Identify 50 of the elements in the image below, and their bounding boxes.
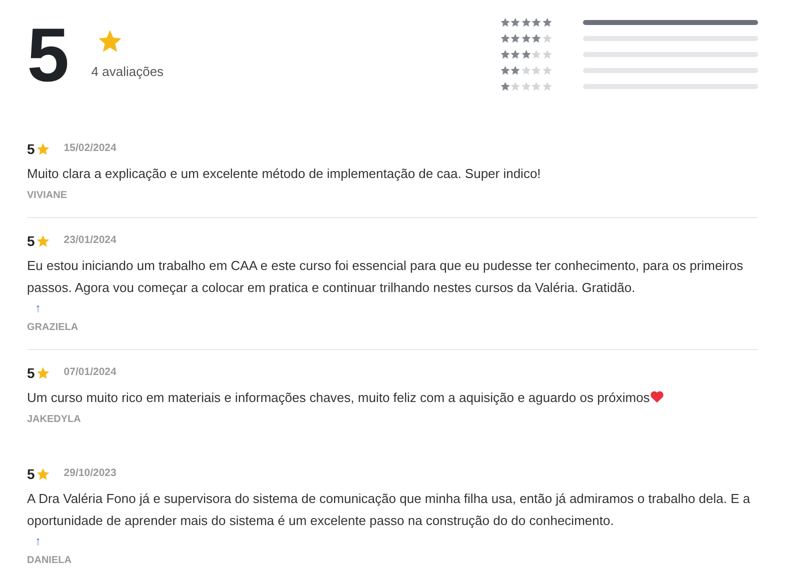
star-icon	[510, 64, 520, 76]
star-icon	[510, 80, 520, 92]
star-icon	[531, 32, 542, 44]
star-icon	[531, 80, 542, 92]
review-text: Muito clara a explicação e um excelente método de implementação de caa. Super indico!	[27, 166, 541, 181]
star-icon	[531, 16, 542, 28]
review-date: 23/01/2024	[64, 233, 116, 248]
review-count: 4 avaliações	[91, 63, 164, 81]
star-icon	[510, 16, 520, 28]
star-icon	[510, 32, 520, 44]
star-icon	[542, 32, 552, 44]
star-icon	[500, 80, 510, 92]
review-text: A Dra Valéria Fono já e supervisora do sistema de comunicação que minha filha usa, então já admiramos o trabalho dela. E a oportunidade de aprender mais do sistema é um excelente passo na construção do do conhecimento.	[27, 491, 750, 528]
star-icon	[500, 32, 510, 44]
expand-link[interactable]: ↑	[35, 299, 41, 317]
review-rating: 5	[27, 232, 35, 250]
star-icon	[531, 64, 542, 76]
star-icon	[510, 48, 520, 60]
review-date: 15/02/2024	[64, 141, 116, 156]
review-date: 07/01/2024	[64, 365, 116, 380]
review-text: Um curso muito rico em materiais e informações chaves, muito feliz com a aquisição e aguardo os próximos	[27, 390, 650, 405]
star-icon	[36, 467, 50, 481]
review-rating: 5	[27, 140, 35, 158]
star-icon	[36, 366, 50, 380]
review-text: Eu estou iniciando um trabalho em CAA e este curso foi essencial para que eu pudesse ter conhecimento, para os primeiros passos. Agora vou começar a colocar em pratica e continuar trilhando nestes cursos da Valéria. Gratidão.	[27, 258, 744, 295]
review-author: GRAZIELA	[27, 321, 78, 335]
star-icon	[542, 48, 552, 60]
review-author: VIVIANE	[27, 189, 68, 203]
star-icon	[500, 64, 510, 76]
star-icon	[97, 28, 124, 54]
review-author: JAKEDYLA	[27, 413, 81, 427]
star-icon	[520, 80, 531, 92]
star-icon	[500, 16, 510, 28]
star-icon	[542, 64, 552, 76]
star-icon	[36, 142, 50, 156]
star-icon	[520, 48, 531, 60]
star-icon	[520, 32, 531, 44]
star-icon	[531, 48, 542, 60]
review-rating: 5	[27, 364, 35, 382]
star-icon	[542, 80, 552, 92]
star-icon	[36, 234, 50, 248]
review-date: 29/10/2023	[64, 466, 116, 482]
review-rating: 5	[27, 464, 35, 484]
star-icon	[520, 16, 531, 28]
expand-link[interactable]: ↑	[35, 532, 41, 550]
star-icon	[520, 64, 531, 76]
star-icon	[500, 48, 510, 60]
average-score: 5	[27, 18, 70, 94]
review-author: DANIELA	[27, 554, 72, 568]
star-icon	[542, 16, 552, 28]
